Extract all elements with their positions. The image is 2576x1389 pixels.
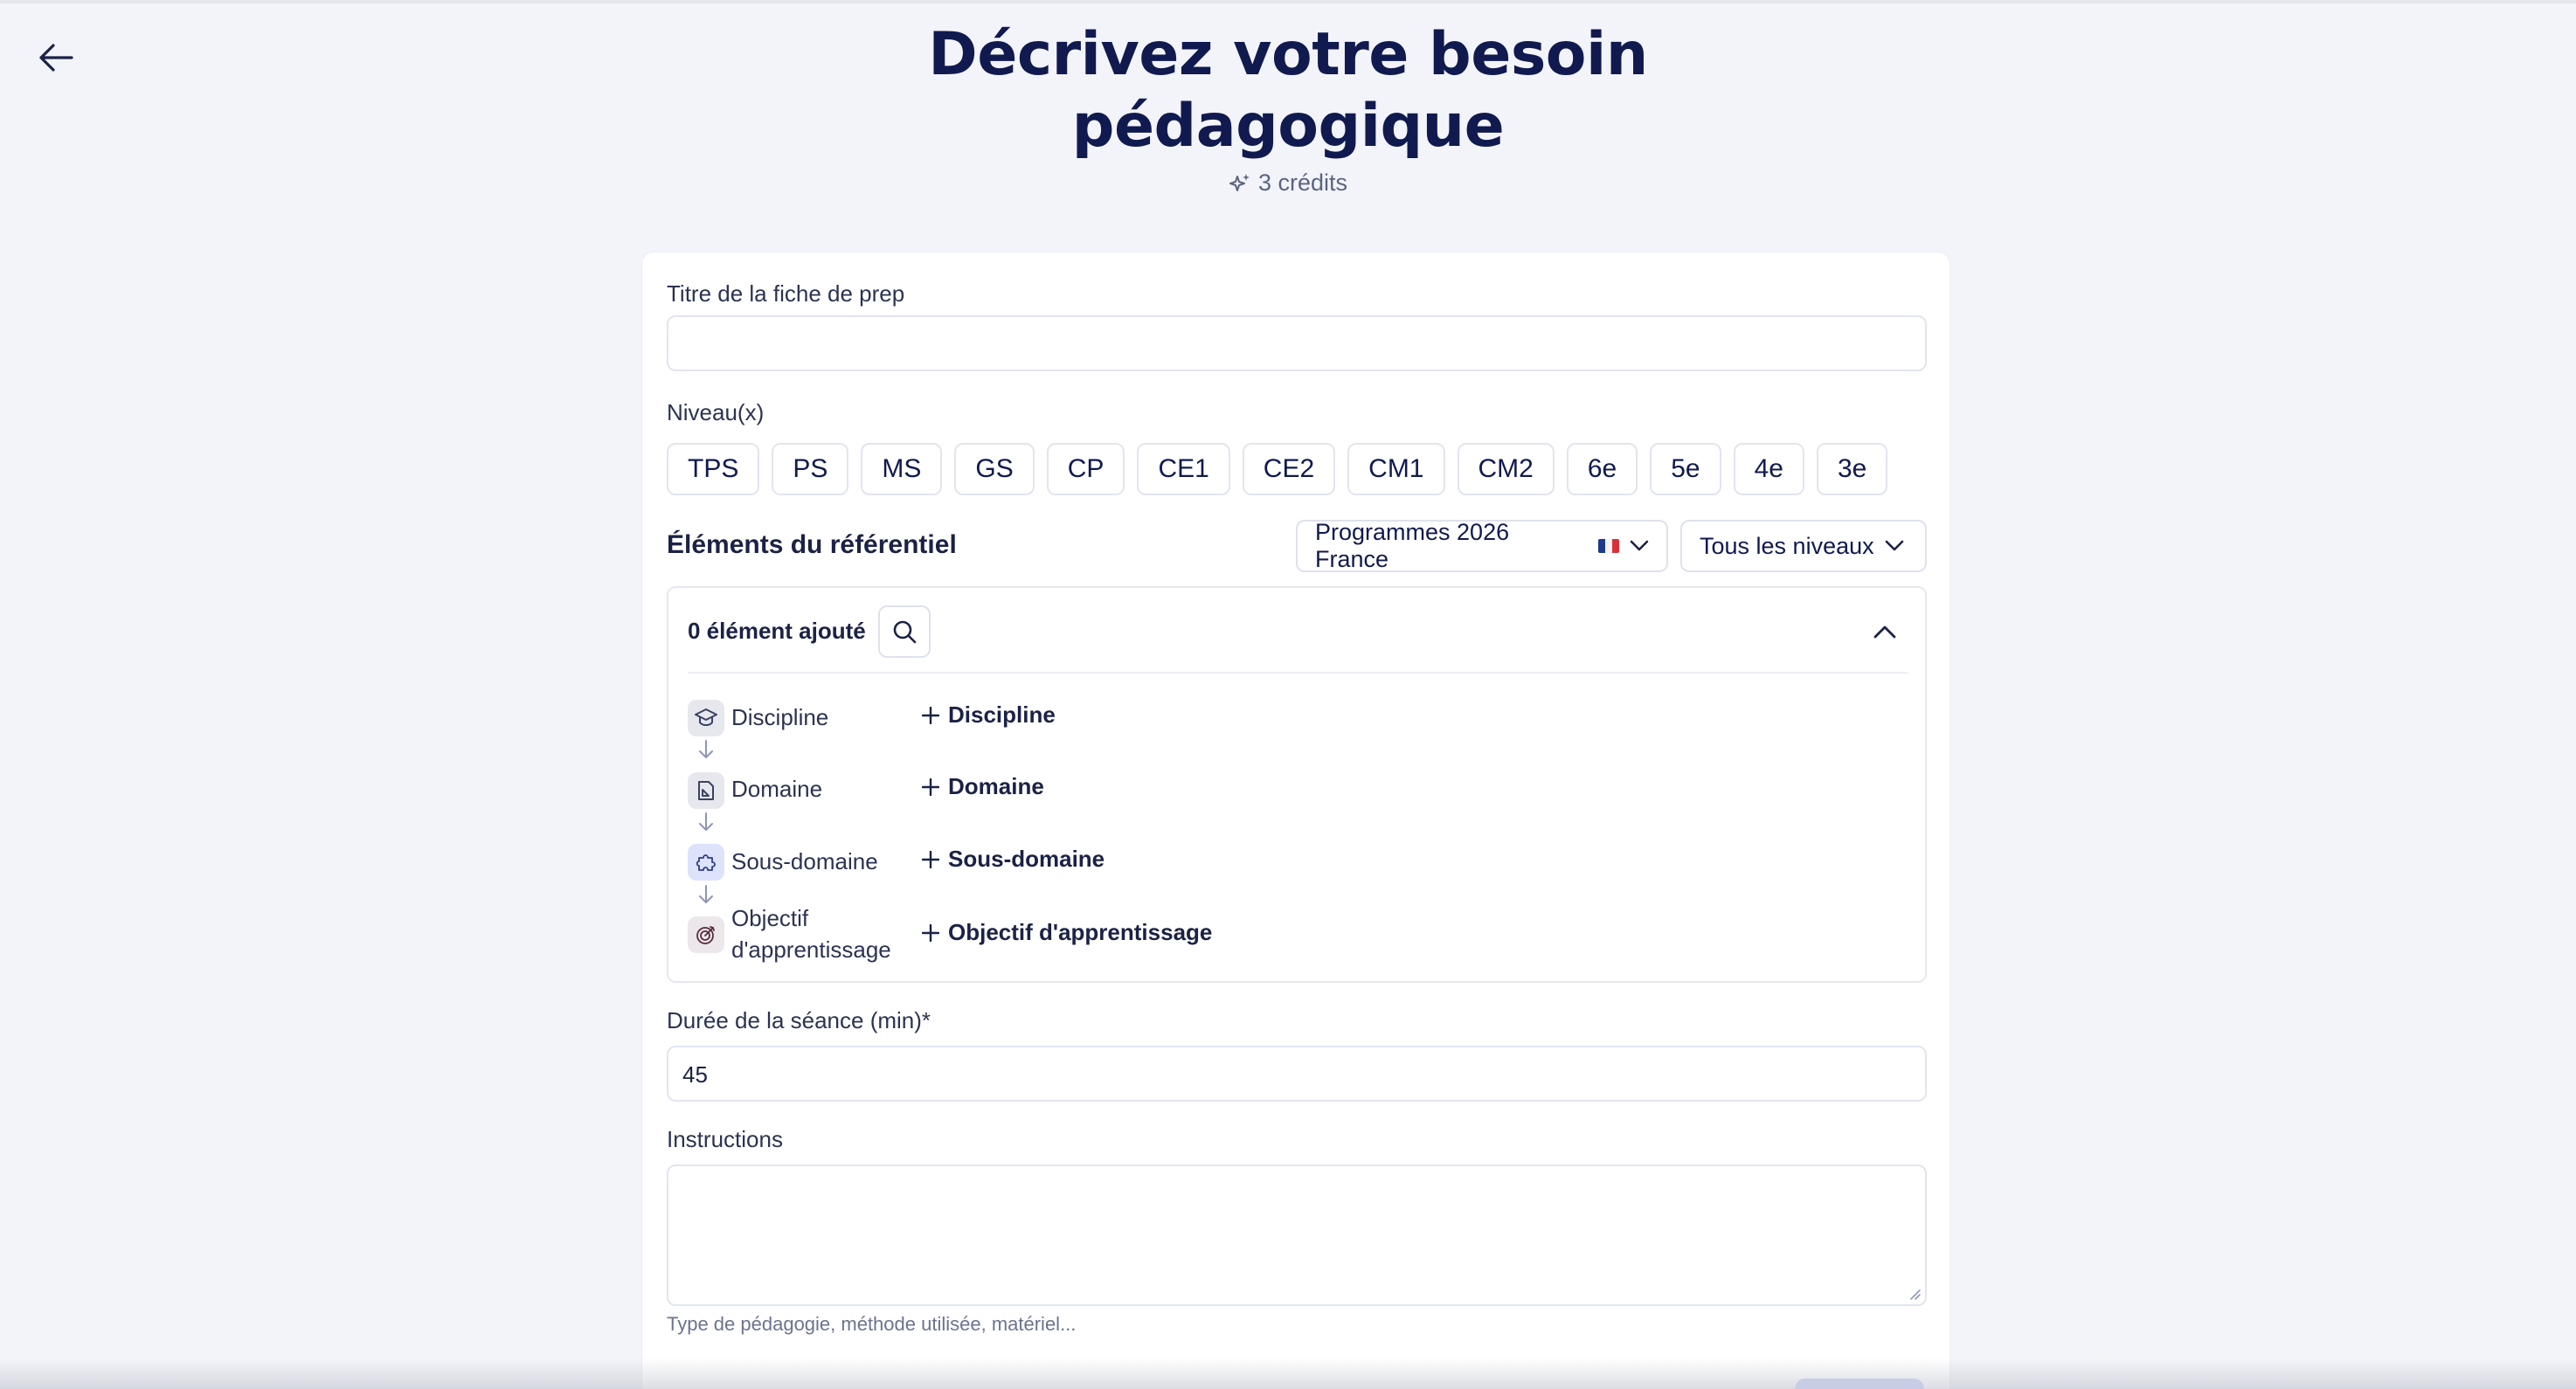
- level-chip-ce1[interactable]: CE1: [1137, 443, 1230, 495]
- credits-indicator: 3 crédits: [0, 169, 2576, 197]
- levels-label: Niveau(x): [667, 399, 765, 425]
- add-domaine-button[interactable]: Domaine: [922, 773, 1044, 800]
- level-filter-value: Tous les niveaux: [1700, 532, 1874, 559]
- level-chip-cp[interactable]: CP: [1046, 443, 1125, 495]
- puzzle-icon: [688, 844, 724, 881]
- chart-page-icon: [688, 772, 724, 809]
- duration-label: Durée de la séance (min)*: [667, 1007, 931, 1033]
- referentiel-divider: [688, 672, 1908, 674]
- page-title-line-2: pédagogique: [1071, 92, 1505, 161]
- plus-icon: [922, 777, 939, 796]
- duration-input[interactable]: 45: [667, 1046, 1927, 1102]
- row-label-domaine: Domaine: [731, 776, 823, 802]
- bottom-shadow: [0, 1358, 2576, 1389]
- plus-icon: [922, 923, 939, 942]
- referentiel-title: Éléments du référentiel: [667, 530, 957, 559]
- add-discipline-label: Discipline: [948, 701, 1056, 728]
- level-chip-ms[interactable]: MS: [861, 443, 943, 495]
- level-chip-cm1[interactable]: CM1: [1347, 443, 1445, 495]
- row-label-objectif: Objectif d'apprentissage: [731, 902, 891, 965]
- page-title: Décrivez votre besoin pédagogique: [0, 19, 2576, 162]
- levels-chip-group: TPS PS MS GS CP CE1 CE2 CM1 CM2 6e 5e 4e…: [667, 443, 1888, 495]
- arrow-down-icon: [699, 885, 713, 903]
- add-domaine-label: Domaine: [948, 773, 1044, 799]
- add-sous-domaine-button[interactable]: Sous-domaine: [922, 846, 1104, 873]
- target-icon: [688, 916, 724, 953]
- title-input[interactable]: [667, 315, 1927, 371]
- level-chip-gs[interactable]: GS: [954, 443, 1035, 495]
- level-chip-6e[interactable]: 6e: [1566, 443, 1638, 495]
- arrow-down-icon: [699, 812, 713, 831]
- level-chip-ce2[interactable]: CE2: [1242, 443, 1336, 495]
- level-filter-select[interactable]: Tous les niveaux: [1680, 520, 1927, 572]
- plus-icon: [922, 850, 939, 868]
- chevron-up-icon: [1873, 625, 1896, 639]
- add-sous-domaine-label: Sous-domaine: [948, 846, 1105, 872]
- program-select-value: Programmes 2026 France: [1315, 519, 1510, 572]
- form-card: Titre de la fiche de prep Niveau(x) TPS …: [641, 252, 1950, 1389]
- add-objectif-button[interactable]: Objectif d'apprentissage: [922, 919, 1212, 946]
- sparkles-icon: [1229, 173, 1250, 191]
- referentiel-search-button[interactable]: [878, 605, 931, 658]
- resize-handle-icon[interactable]: [1908, 1287, 1922, 1301]
- add-objectif-label: Objectif d'apprentissage: [948, 919, 1213, 945]
- referentiel-panel: 0 élément ajouté Discipline Discipline D…: [667, 586, 1927, 983]
- level-chip-cm2[interactable]: CM2: [1457, 443, 1555, 495]
- search-icon: [893, 620, 917, 644]
- level-chip-3e[interactable]: 3e: [1816, 443, 1888, 495]
- referentiel-count: 0 élément ajouté: [688, 618, 866, 644]
- instructions-label: Instructions: [667, 1126, 783, 1152]
- page-title-line-1: Décrivez votre besoin: [928, 20, 1648, 89]
- duration-input-value: 45: [682, 1061, 708, 1088]
- instructions-textarea[interactable]: [667, 1164, 1927, 1306]
- row-label-objectif-line-1: Objectif: [731, 905, 809, 931]
- graduation-cap-icon: [688, 700, 724, 736]
- chevron-down-icon: [1885, 540, 1903, 551]
- title-field-label: Titre de la fiche de prep: [667, 280, 905, 307]
- level-chip-4e[interactable]: 4e: [1733, 443, 1804, 495]
- referentiel-collapse-button[interactable]: [1862, 609, 1908, 654]
- france-flag-icon: [1598, 539, 1620, 553]
- top-border: [0, 0, 2576, 3]
- row-label-discipline: Discipline: [731, 704, 829, 730]
- row-label-sous-domaine: Sous-domaine: [731, 848, 878, 874]
- chevron-down-icon: [1630, 540, 1649, 551]
- instructions-hint: Type de pédagogie, méthode utilisée, mat…: [667, 1313, 1077, 1335]
- add-discipline-button[interactable]: Discipline: [922, 701, 1056, 729]
- level-chip-ps[interactable]: PS: [772, 443, 849, 495]
- arrow-down-icon: [699, 740, 713, 758]
- level-chip-5e[interactable]: 5e: [1650, 443, 1721, 495]
- plus-icon: [922, 706, 939, 724]
- credits-label: 3 crédits: [1257, 169, 1348, 196]
- level-chip-tps[interactable]: TPS: [667, 443, 760, 495]
- submit-button[interactable]: [1795, 1379, 1924, 1389]
- program-select[interactable]: Programmes 2026 France: [1296, 519, 1668, 572]
- row-label-objectif-line-2: d'apprentissage: [731, 936, 891, 963]
